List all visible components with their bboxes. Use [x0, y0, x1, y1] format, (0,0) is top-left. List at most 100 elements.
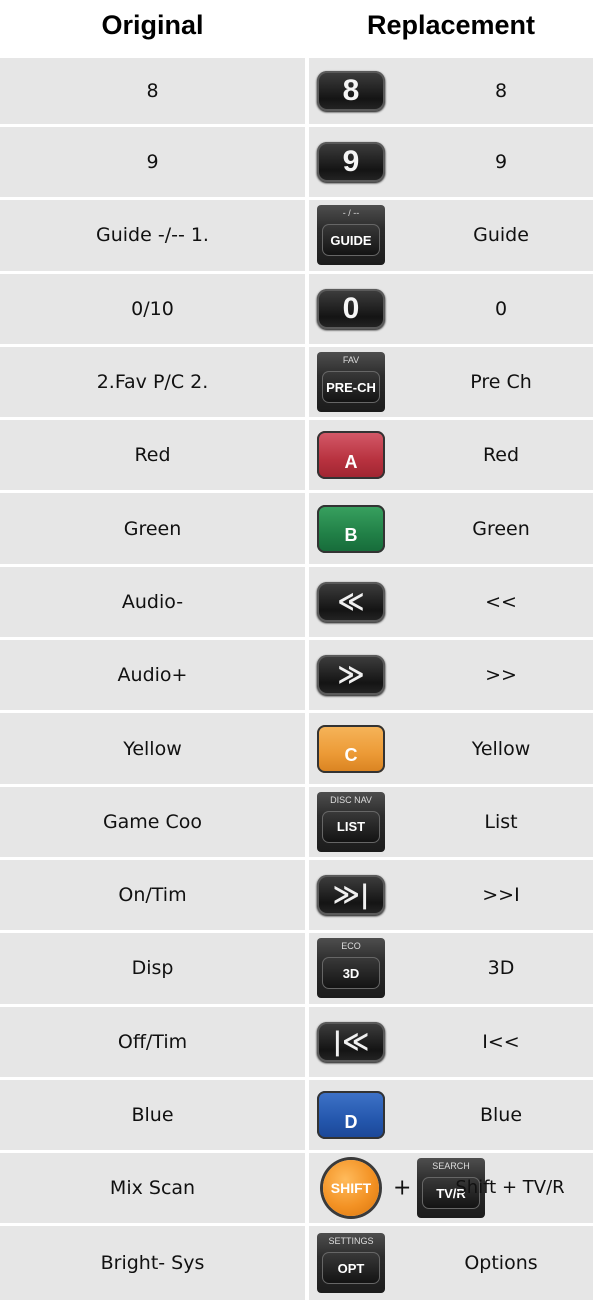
replacement-label: Guide	[473, 224, 529, 247]
replacement-label: 0	[494, 297, 508, 320]
table-row: Audio+ ≫ >>	[0, 640, 593, 714]
table-row: Audio- ≪ <<	[0, 566, 593, 641]
green-key-image: B	[317, 504, 385, 553]
table-row: On/Tim ≫| >>I	[0, 859, 593, 934]
key-label: B	[344, 525, 358, 546]
remote-key-image: 0	[317, 288, 385, 329]
plus-sign: +	[393, 1175, 412, 1201]
key-label: 8	[342, 74, 360, 107]
original-cell: Blue	[0, 1079, 305, 1154]
original-cell: Disp	[0, 933, 305, 1007]
replacement-cell: B Green	[309, 493, 593, 567]
replacement-label: Red	[482, 444, 520, 467]
key-label: D	[344, 1111, 358, 1132]
replacement-cell: SHIFT + SEARCH TV/R Shift + TV/R	[309, 1153, 593, 1227]
replacement-cell: FAV PRE-CH Pre Ch	[309, 346, 593, 421]
original-cell: Bright- Sys	[0, 1226, 305, 1300]
shift-key-image: SHIFT	[323, 1160, 379, 1217]
key-top-label: DISC NAV	[330, 794, 372, 805]
key-label: 3D	[322, 957, 380, 990]
replacement-label: Blue	[479, 1104, 523, 1126]
original-cell: Guide -/-- 1.	[0, 200, 305, 274]
replacement-label: Yellow	[471, 737, 531, 760]
key-label: |≪	[332, 1026, 370, 1057]
original-cell: 0/10	[0, 273, 305, 347]
replacement-cell: ≫| >>I	[309, 859, 593, 934]
key-label: 0	[342, 291, 360, 325]
original-cell: Off/Tim	[0, 1006, 305, 1080]
replacement-label: 3D	[487, 957, 515, 980]
replacement-cell: ECO 3D 3D	[309, 933, 593, 1007]
table-row: Bright- Sys SETTINGS OPT Options	[0, 1226, 593, 1300]
table-row: Red A Red	[0, 420, 593, 494]
replacement-cell: 00	[309, 273, 593, 347]
key-label: LIST	[322, 810, 380, 843]
original-cell: Green	[0, 493, 305, 567]
table-row: Green B Green	[0, 493, 593, 567]
key-label: OPT	[322, 1252, 380, 1285]
key-top-label: FAV	[342, 355, 360, 366]
replacement-cell: |≪ I<<	[309, 1006, 593, 1080]
key-label: PRE-CH	[322, 371, 380, 404]
table-row: 2.Fav P/C 2. FAV PRE-CH Pre Ch	[0, 346, 593, 421]
replacement-cell: SETTINGS OPT Options	[309, 1226, 593, 1300]
table-row: Guide -/-- 1. - / -- GUIDE Guide	[0, 200, 593, 274]
key-label: ≪	[337, 586, 365, 617]
replacement-label: Pre Ch	[470, 371, 532, 394]
original-cell: Game Coo	[0, 786, 305, 860]
replacement-label: >>	[485, 664, 517, 687]
replacement-label: Options	[464, 1252, 538, 1275]
key-label: GUIDE	[322, 224, 380, 257]
key-top-label: SEARCH	[432, 1161, 470, 1172]
original-cell: 8	[0, 58, 305, 127]
key-label: C	[344, 745, 358, 766]
table-row: Game Coo DISC NAV LIST List	[0, 786, 593, 860]
original-cell: On/Tim	[0, 859, 305, 934]
table-row: Disp ECO 3D 3D	[0, 933, 593, 1007]
table-row: 0/10 0 0	[0, 273, 593, 347]
key-top-label: - / --	[342, 208, 360, 219]
original-cell: Audio-	[0, 566, 305, 641]
yellow-key-image: C	[317, 724, 385, 773]
remote-key-image: 8	[317, 71, 385, 111]
table-row: Blue D Blue	[0, 1079, 593, 1154]
remote-key-image: - / -- GUIDE	[317, 205, 385, 266]
table-row: Mix Scan SHIFT + SEARCH TV/R Shift + TV/R	[0, 1153, 593, 1227]
replacement-label: I<<	[482, 1030, 520, 1053]
skip-next-icon: ≫|	[317, 875, 385, 916]
key-label: ≫	[337, 660, 365, 691]
key-top-label: SETTINGS	[328, 1236, 374, 1247]
remote-key-image: ECO 3D	[317, 938, 385, 999]
replacement-cell: - / -- GUIDE Guide	[309, 200, 593, 274]
table-row: 999	[0, 127, 593, 201]
replacement-cell: D Blue	[309, 1079, 593, 1154]
replacement-label: Shift + TV/R	[455, 1177, 565, 1199]
replacement-cell: 99	[309, 127, 593, 201]
remote-key-image: 9	[317, 142, 385, 183]
replacement-cell: C Yellow	[309, 713, 593, 787]
replacement-label: Green	[472, 517, 530, 540]
original-cell: Red	[0, 420, 305, 494]
key-label: A	[344, 451, 358, 472]
replacement-label: 8	[494, 80, 508, 102]
original-cell: 2.Fav P/C 2.	[0, 346, 305, 421]
key-label: ≫|	[332, 880, 370, 911]
fast-forward-icon: ≫	[317, 655, 385, 696]
remote-key-image: SETTINGS OPT	[317, 1233, 385, 1294]
replacement-cell: A Red	[309, 420, 593, 494]
table-row: 888	[0, 58, 593, 127]
replacement-cell: DISC NAV LIST List	[309, 786, 593, 860]
skip-previous-icon: |≪	[317, 1021, 385, 1062]
header-original: Original	[101, 9, 204, 40]
replacement-label: <<	[485, 590, 517, 613]
key-top-label: ECO	[341, 941, 361, 952]
replacement-label: List	[484, 810, 518, 833]
replacement-cell: ≫ >>	[309, 640, 593, 714]
original-cell: Audio+	[0, 640, 305, 714]
remote-key-image: FAV PRE-CH	[317, 352, 385, 413]
replacement-cell: 88	[309, 58, 593, 127]
original-cell: 9	[0, 127, 305, 201]
replacement-label: 9	[494, 151, 508, 174]
remote-key-image: DISC NAV LIST	[317, 791, 385, 852]
red-key-image: A	[317, 431, 385, 480]
